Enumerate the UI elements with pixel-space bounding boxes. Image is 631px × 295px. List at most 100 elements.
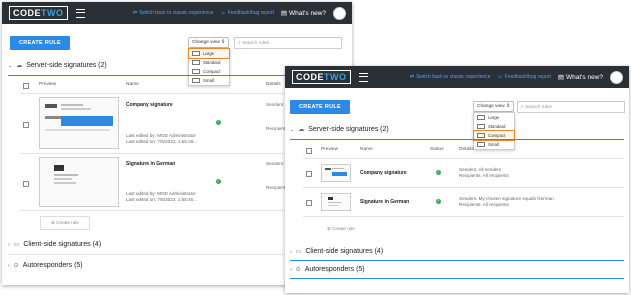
top-bar: CODETWO ⇄ Switch back to classic experie… bbox=[285, 66, 629, 88]
view-option-label: Large bbox=[203, 51, 214, 56]
status-active-icon: ✓ bbox=[436, 199, 441, 204]
cloud-icon: ☁ bbox=[298, 127, 305, 133]
column-preview: Preview bbox=[39, 82, 57, 87]
column-name: Name bbox=[126, 82, 139, 87]
classic-experience-link[interactable]: ⇄ Switch back to classic experience bbox=[133, 10, 214, 16]
rule-recipients: Recipients: All recipients bbox=[459, 202, 509, 207]
search-input[interactable]: ⌕ Search rules bbox=[234, 37, 342, 49]
column-status: Status bbox=[430, 147, 444, 152]
client-side-section-header[interactable]: › ▭ Client-side signatures (4) bbox=[8, 241, 101, 248]
section-title: Server-side signatures (2) bbox=[308, 126, 389, 133]
row-divider bbox=[303, 187, 624, 188]
section-title: Server-side signatures (2) bbox=[26, 62, 107, 69]
whats-new-button[interactable]: ▤ What's new? bbox=[557, 73, 603, 82]
view-option-large[interactable]: Large bbox=[474, 113, 514, 122]
logo-two: TWO bbox=[41, 8, 64, 18]
feedback-link[interactable]: ☺ Feedback/bug report bbox=[498, 74, 551, 80]
codetwo-logo[interactable]: CODETWO bbox=[292, 70, 351, 84]
rule-name[interactable]: Signature in German bbox=[126, 161, 175, 167]
classic-link-label: Switch back to classic experience bbox=[416, 74, 491, 80]
row-divider bbox=[303, 216, 624, 217]
column-name: Name bbox=[360, 147, 373, 152]
view-option-label: Large bbox=[488, 115, 499, 120]
signature-preview-thumbnail[interactable] bbox=[39, 97, 119, 149]
signature-preview-thumbnail[interactable] bbox=[39, 157, 119, 207]
row-checkbox[interactable] bbox=[306, 200, 312, 206]
chevron-right-icon: › bbox=[290, 248, 292, 255]
view-option-label: Standard bbox=[203, 60, 221, 65]
feedback-link[interactable]: ☺ Feedback/bug report bbox=[221, 10, 274, 16]
section-title: Client-side signatures (4) bbox=[23, 241, 102, 248]
classic-link-label: Switch back to classic experience bbox=[139, 10, 214, 16]
view-option-standard[interactable]: Standard bbox=[189, 58, 229, 67]
gift-icon: ▤ bbox=[557, 74, 564, 81]
status-active-icon: ✓ bbox=[216, 179, 221, 184]
standard-view-icon bbox=[192, 59, 200, 66]
view-dropdown: Large Standard Compact Small bbox=[188, 48, 230, 86]
section-title: Autoresponders (5) bbox=[304, 266, 365, 273]
row-checkbox[interactable] bbox=[23, 122, 29, 128]
create-rule-row-button[interactable]: ⊕ Create rule bbox=[40, 216, 90, 230]
front-window-compact-view: CODETWO ⇄ Switch back to classic experie… bbox=[285, 66, 629, 293]
view-option-label: Compact bbox=[203, 69, 221, 74]
row-checkbox[interactable] bbox=[306, 171, 312, 177]
view-option-small[interactable]: Small bbox=[474, 140, 514, 149]
classic-experience-link[interactable]: ⇄ Switch back to classic experience bbox=[410, 74, 491, 80]
chevron-right-icon: › bbox=[8, 262, 10, 269]
logo-code: CODE bbox=[13, 8, 42, 18]
signature-preview-thumbnail[interactable] bbox=[321, 193, 351, 211]
server-side-section-header[interactable]: ⌄ ☁ Server-side signatures (2) bbox=[290, 126, 389, 133]
rule-name[interactable]: Company signature bbox=[360, 170, 407, 176]
chevron-down-icon: ⌄ bbox=[8, 62, 13, 69]
autoresponder-icon: ⊙ bbox=[295, 267, 301, 273]
autoresponders-section-header[interactable]: › ⊙ Autoresponders (5) bbox=[290, 266, 365, 273]
rule-name[interactable]: Signature in German bbox=[360, 199, 409, 205]
logo-two: TWO bbox=[324, 72, 347, 82]
hamburger-menu-icon[interactable] bbox=[358, 72, 368, 82]
search-input[interactable]: ⌕ Search rules bbox=[517, 101, 625, 113]
feedback-link-label: Feedback/bug report bbox=[504, 74, 551, 80]
client-side-section-header[interactable]: › ▭ Client-side signatures (4) bbox=[290, 248, 383, 255]
status-active-icon: ✓ bbox=[216, 120, 221, 125]
feedback-link-label: Feedback/bug report bbox=[227, 10, 274, 16]
select-all-checkbox[interactable] bbox=[23, 83, 29, 89]
view-option-small[interactable]: Small bbox=[189, 76, 229, 85]
standard-view-icon bbox=[477, 123, 485, 130]
view-option-label: Standard bbox=[488, 124, 506, 129]
autoresponders-section-header[interactable]: › ⊙ Autoresponders (5) bbox=[8, 262, 83, 269]
compact-view-icon bbox=[477, 132, 485, 139]
whats-new-label: What's new? bbox=[565, 73, 603, 81]
section-divider bbox=[290, 139, 624, 140]
hamburger-menu-icon[interactable] bbox=[75, 8, 85, 18]
section-title: Client-side signatures (4) bbox=[305, 248, 384, 255]
rule-name[interactable]: Company signature bbox=[126, 102, 173, 108]
chevron-down-icon: ⌄ bbox=[290, 126, 295, 133]
column-preview: Preview bbox=[321, 147, 339, 152]
avatar[interactable] bbox=[610, 70, 623, 84]
monitor-icon: ▭ bbox=[13, 242, 20, 248]
compact-view-icon bbox=[192, 68, 200, 75]
view-option-label: Small bbox=[488, 142, 499, 147]
view-option-standard[interactable]: Standard bbox=[474, 122, 514, 131]
section-divider bbox=[290, 260, 624, 261]
chevron-right-icon: › bbox=[290, 266, 292, 273]
whats-new-button[interactable]: ▤ What's new? bbox=[281, 9, 326, 18]
view-option-large[interactable]: Large bbox=[188, 48, 230, 59]
change-view-select[interactable]: Change view ⇕ bbox=[473, 101, 515, 112]
create-rule-button[interactable]: CREATE RULE bbox=[290, 100, 351, 114]
change-view-select[interactable]: Change view ⇕ bbox=[188, 37, 230, 48]
view-option-label: Compact bbox=[488, 133, 506, 138]
codetwo-logo[interactable]: CODETWO bbox=[9, 6, 68, 20]
last-edited-on: Last edited on: 7/5/2022, 1:55:28... bbox=[126, 139, 198, 144]
create-rule-button[interactable]: CREATE RULE bbox=[10, 36, 71, 50]
view-option-label: Small bbox=[203, 78, 214, 83]
top-bar: CODETWO ⇄ Switch back to classic experie… bbox=[2, 2, 352, 24]
row-checkbox[interactable] bbox=[23, 181, 29, 187]
header-divider bbox=[303, 158, 624, 159]
create-rule-row-button[interactable]: ⊕ Create rule bbox=[327, 226, 355, 232]
select-all-checkbox[interactable] bbox=[306, 148, 312, 154]
avatar[interactable] bbox=[333, 6, 346, 20]
large-view-icon bbox=[192, 50, 200, 57]
signature-preview-thumbnail[interactable] bbox=[321, 164, 351, 182]
server-side-section-header[interactable]: ⌄ ☁ Server-side signatures (2) bbox=[8, 62, 107, 69]
